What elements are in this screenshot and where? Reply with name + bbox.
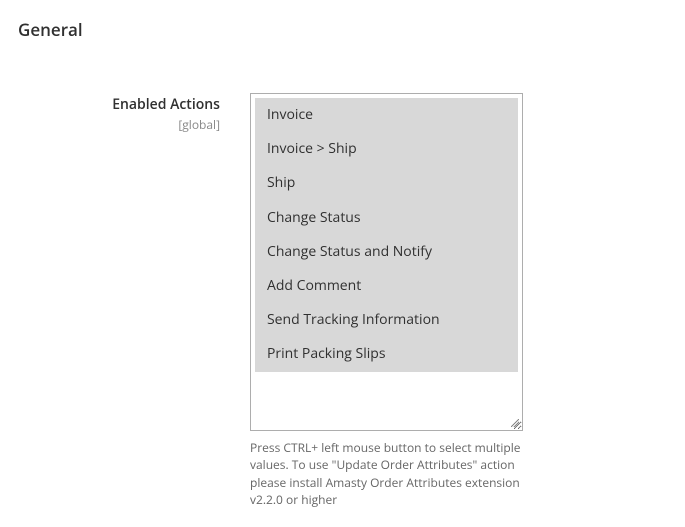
multiselect-option[interactable]: Print Packing Slips [255, 337, 518, 371]
field-label: Enabled Actions [0, 95, 220, 114]
multiselect-option[interactable]: Send Tracking Information [255, 303, 518, 337]
field-input-column: InvoiceInvoice > ShipShipChange StatusCh… [250, 93, 523, 509]
multiselect-option[interactable]: Add Comment [255, 269, 518, 303]
section-title: General [0, 0, 685, 41]
enabled-actions-multiselect[interactable]: InvoiceInvoice > ShipShipChange StatusCh… [250, 93, 523, 431]
multiselect-option[interactable]: Invoice [255, 98, 518, 132]
field-scope: [global] [0, 116, 220, 133]
multiselect-option[interactable]: Change Status and Notify [255, 235, 518, 269]
field-label-column: Enabled Actions [global] [0, 93, 250, 133]
multiselect-option[interactable]: Ship [255, 166, 518, 200]
field-help-text: Press CTRL+ left mouse button to select … [250, 439, 523, 509]
multiselect-option[interactable]: Change Status [255, 201, 518, 235]
field-row-enabled-actions: Enabled Actions [global] InvoiceInvoice … [0, 93, 685, 509]
multiselect-option[interactable]: Invoice > Ship [255, 132, 518, 166]
resize-handle-icon[interactable] [509, 417, 521, 429]
